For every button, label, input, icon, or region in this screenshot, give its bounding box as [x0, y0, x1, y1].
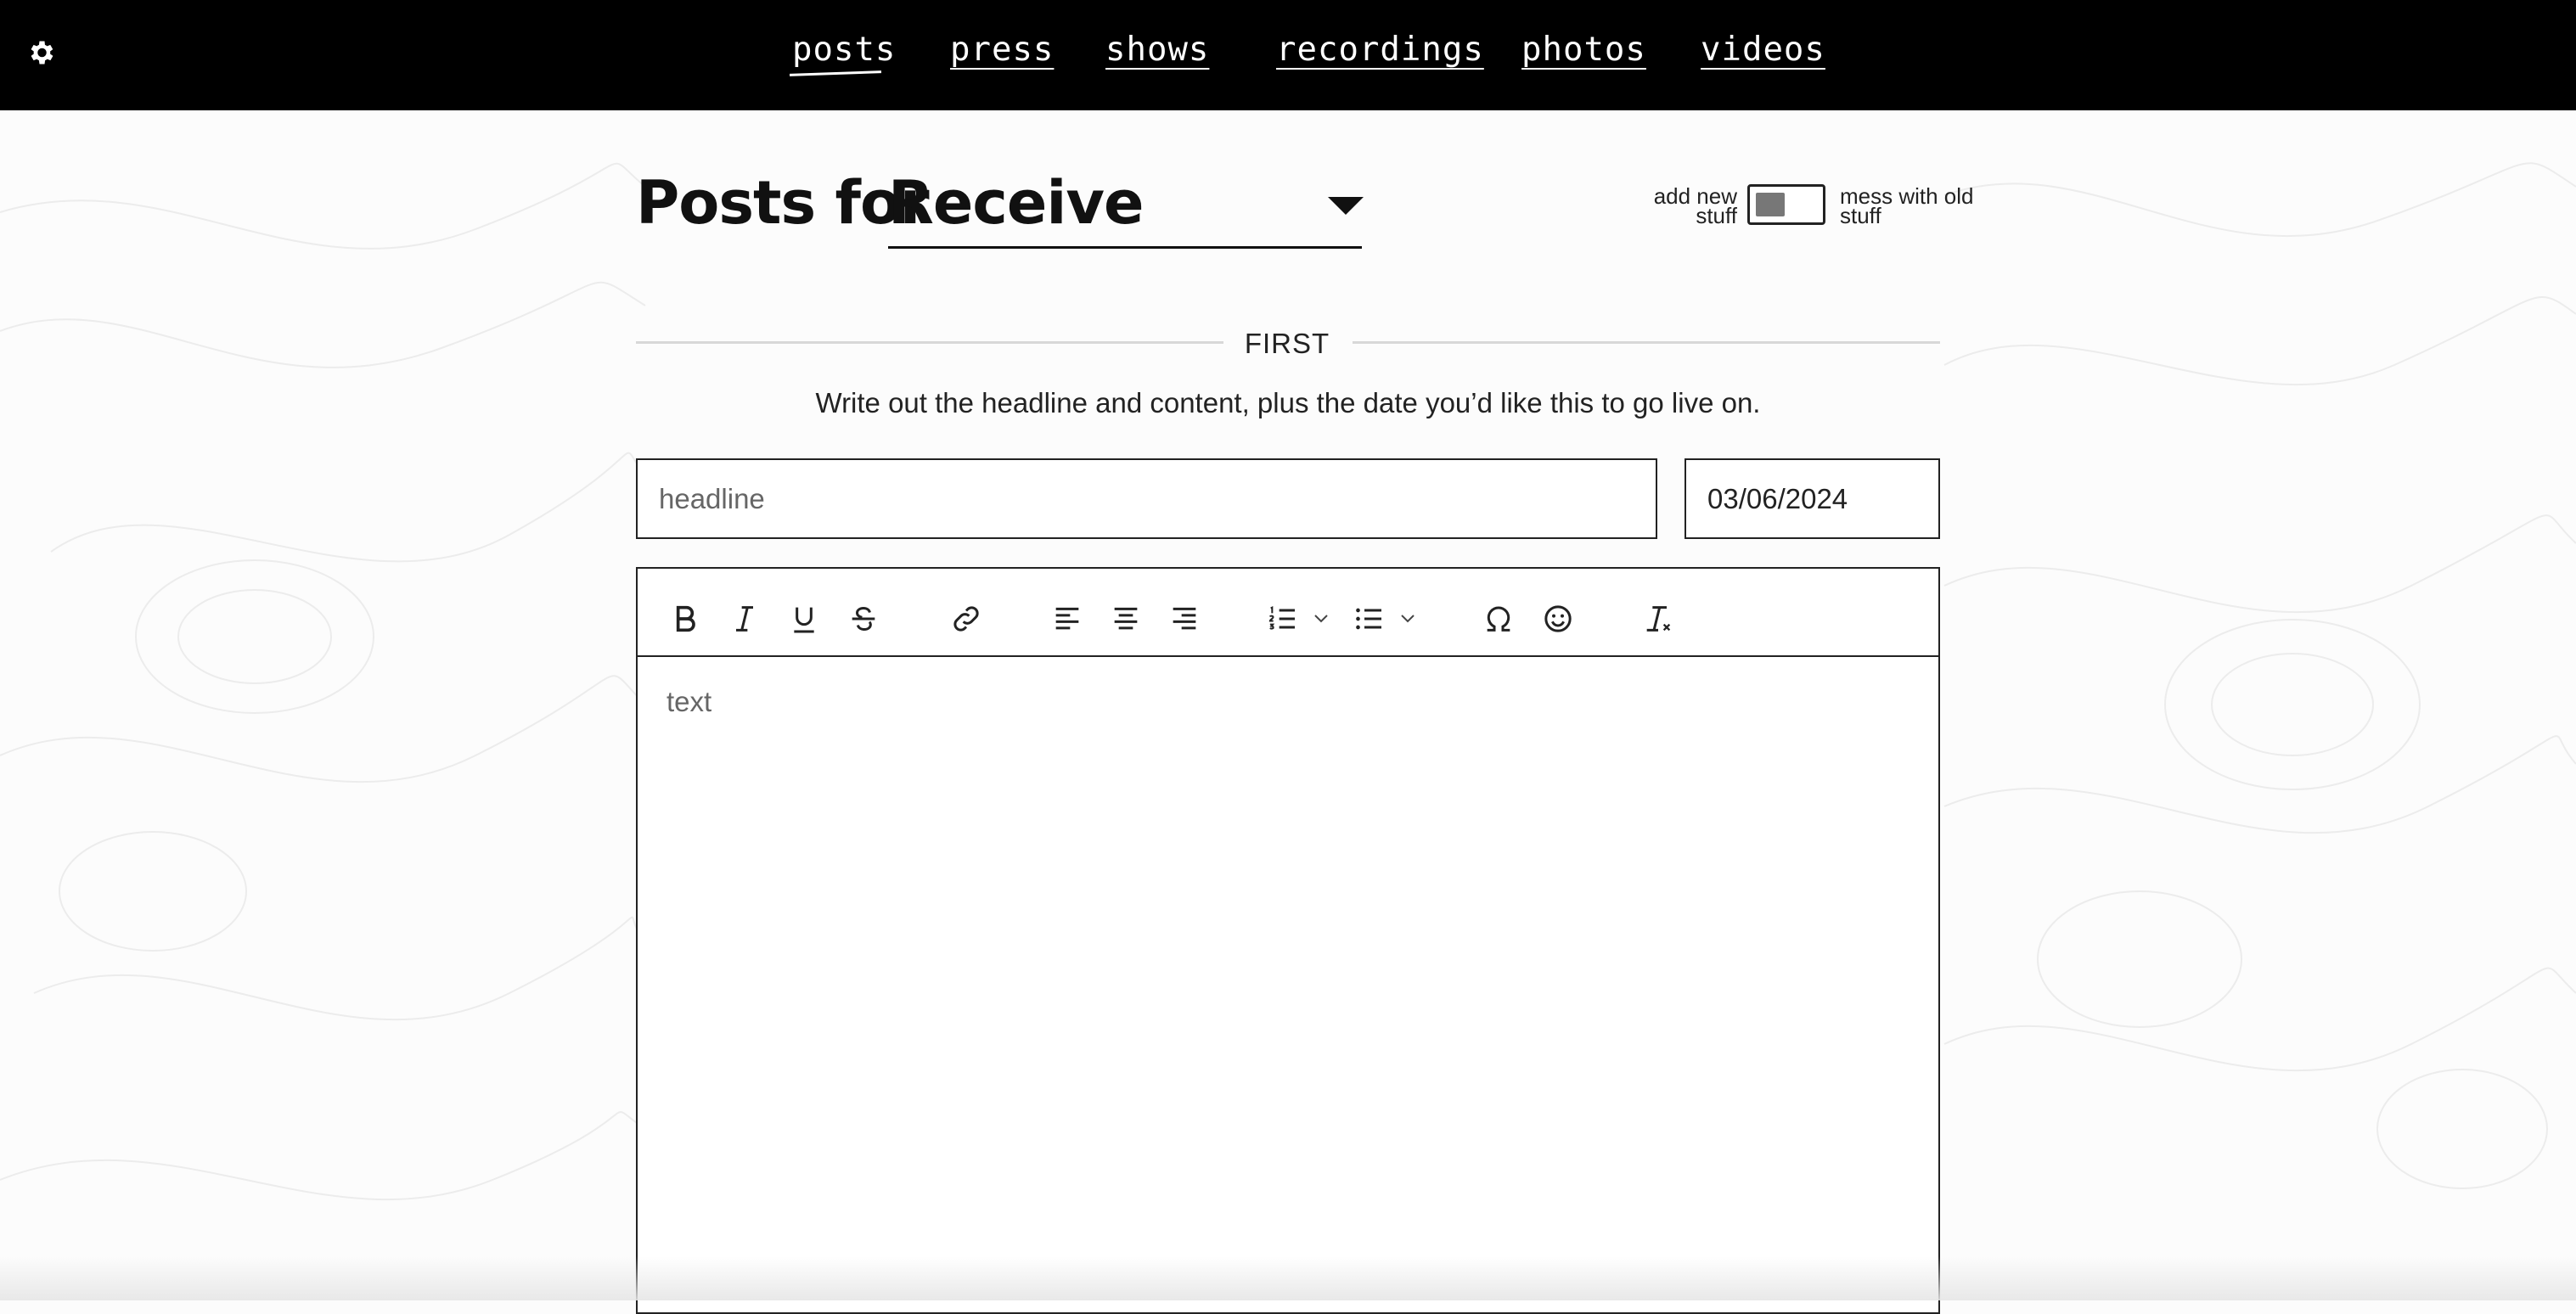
align-center-icon[interactable] — [1101, 594, 1150, 643]
headline-input[interactable] — [636, 458, 1657, 539]
nav-item-posts[interactable]: posts — [792, 31, 896, 73]
align-left-icon[interactable] — [1043, 594, 1092, 643]
nav-item-shows[interactable]: shows — [1105, 31, 1209, 73]
align-right-icon[interactable] — [1160, 594, 1209, 643]
special-character-icon[interactable] — [1474, 594, 1523, 643]
rich-text-editor: text — [636, 567, 1940, 1314]
underline-icon[interactable] — [779, 594, 829, 643]
nav-item-videos[interactable]: videos — [1701, 31, 1825, 73]
numbered-list-icon[interactable] — [1257, 594, 1307, 643]
section-divider-right — [1353, 341, 1940, 344]
editor-toolbar — [638, 569, 1938, 657]
section-instructions: Write out the headline and content, plus… — [815, 387, 1761, 418]
italic-icon[interactable] — [720, 594, 769, 643]
band-select-dropdown[interactable]: Receive — [888, 163, 1364, 249]
editor-placeholder: text — [666, 686, 712, 717]
bullet-list-chevron-down-icon[interactable] — [1395, 599, 1420, 637]
section-label: FIRST — [1244, 328, 1330, 359]
numbered-list-chevron-down-icon[interactable] — [1308, 599, 1334, 637]
caret-down-icon — [1328, 197, 1364, 215]
section-divider-left — [636, 341, 1223, 344]
nav-item-press[interactable]: press — [950, 31, 1054, 73]
top-nav-bar: posts press shows recordings photos vide… — [0, 0, 2576, 110]
bullet-list-icon[interactable] — [1344, 594, 1393, 643]
toggle-label-mess-with-old: mess with old stuff — [1840, 183, 1974, 228]
nav-item-recordings[interactable]: recordings — [1276, 31, 1484, 73]
strikethrough-icon[interactable] — [839, 594, 888, 643]
editor-text-area[interactable]: text — [638, 657, 1938, 1312]
toggle-label-add-new: add new stuff — [1653, 183, 1737, 228]
date-input[interactable] — [1685, 458, 1940, 539]
nav-item-photos[interactable]: photos — [1521, 31, 1646, 73]
bold-icon[interactable] — [661, 594, 710, 643]
clear-formatting-icon[interactable] — [1634, 594, 1683, 643]
emoji-icon[interactable] — [1533, 594, 1583, 643]
main-content: Posts for Receive add new stuff mess wit… — [0, 0, 2576, 1314]
link-icon[interactable] — [942, 594, 991, 643]
band-select-value: Receive — [888, 168, 1144, 238]
toggle-knob — [1756, 193, 1785, 216]
page-title-prefix: Posts for — [636, 168, 930, 238]
mode-toggle-switch[interactable] — [1747, 184, 1825, 225]
